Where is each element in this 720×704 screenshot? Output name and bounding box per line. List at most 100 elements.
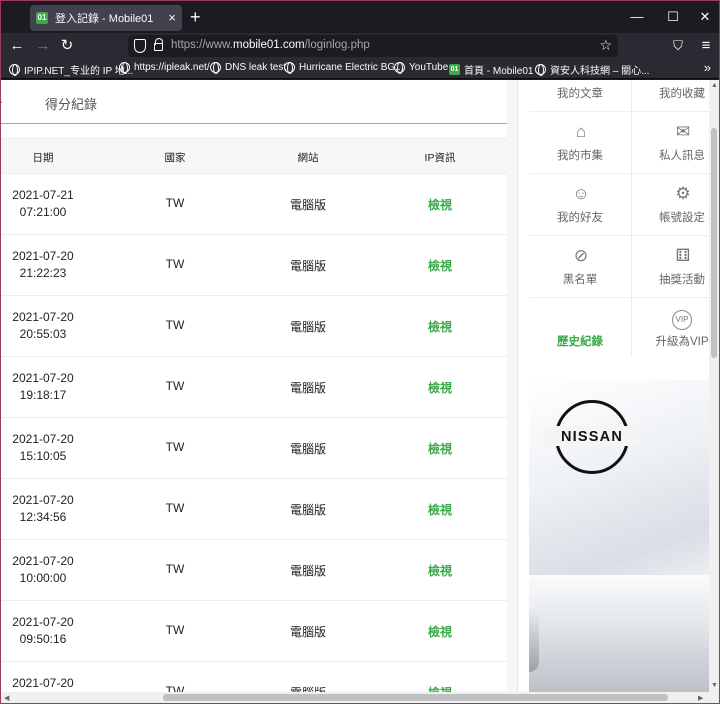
country-cell: TW: [165, 562, 185, 576]
tile-label: 我的收藏: [659, 88, 705, 100]
my-market-tile[interactable]: ⌂ 我的市集: [529, 112, 631, 174]
tab-title: 登入記錄 - Mobile01: [55, 13, 154, 25]
mobile01-icon: 01: [449, 64, 460, 75]
bookmarks-overflow-icon[interactable]: »: [704, 60, 711, 75]
forward-icon[interactable]: →: [33, 36, 53, 56]
bookmark-item[interactable]: 資安人科技網 – 關心...: [535, 62, 649, 77]
gear-icon: ⚙: [675, 184, 691, 203]
bookmark-item[interactable]: Hurricane Electric BG...: [284, 62, 403, 74]
vertical-scroll-thumb[interactable]: [711, 128, 717, 358]
browser-window: 01 登入記錄 - Mobile01 × + — ☐ ✕ ← → ↻ https…: [0, 0, 720, 704]
scroll-right-icon[interactable]: ▶: [698, 694, 703, 702]
tile-label: 私人訊息: [659, 150, 705, 162]
view-ip-link[interactable]: 檢視: [400, 562, 480, 579]
nissan-ad-banner[interactable]: NISSAN: [529, 380, 714, 692]
bookmark-item[interactable]: YouTube: [394, 62, 448, 74]
table-row: 2021-07-20 TW 電腦版 檢視: [1, 662, 507, 692]
maximize-icon[interactable]: ☐: [663, 7, 683, 27]
url-text[interactable]: https://www.mobile01.com/loginlog.php: [171, 39, 370, 51]
upgrade-vip-tile[interactable]: VIP 升級為VIP: [631, 298, 719, 360]
site-cell: 電腦版: [289, 198, 326, 212]
site-cell: 電腦版: [289, 320, 326, 334]
bookmark-item[interactable]: IPIP.NET_专业的 IP 地...: [9, 62, 133, 77]
table-row: 2021-07-20 20:55:03 TW 電腦版 檢視: [1, 296, 507, 357]
minimize-icon[interactable]: —: [627, 7, 647, 27]
my-articles-tile[interactable]: 我的文章: [529, 80, 631, 112]
member-sidebar: 我的文章 我的收藏 ⌂ 我的市集 ✉ 私人訊息 ☺ 我的好友 ⚙ 帳號設定 ⊘ …: [517, 80, 719, 692]
country-cell: TW: [165, 379, 185, 393]
view-ip-link[interactable]: 檢視: [400, 379, 480, 396]
bookmark-item[interactable]: https://ipleak.net/: [119, 62, 210, 74]
window-close-icon[interactable]: ✕: [695, 7, 715, 27]
tracking-shield-icon[interactable]: [134, 39, 146, 53]
tab-close-icon[interactable]: ×: [168, 10, 176, 26]
lottery-tile[interactable]: ⚅ 抽獎活動: [631, 236, 719, 298]
date-cell: 2021-07-20 20:55:03: [12, 310, 74, 341]
friends-icon: ☺: [572, 184, 590, 203]
table-row: 2021-07-20 19:18:17 TW 電腦版 檢視: [1, 357, 507, 418]
view-ip-link[interactable]: 檢視: [400, 318, 480, 335]
horizontal-scrollbar[interactable]: ◀ ▶: [1, 692, 719, 703]
ad-background: [529, 575, 714, 692]
tab-partial[interactable]: ·: [1, 94, 3, 109]
tile-label-active: 歷史紀錄: [557, 336, 603, 348]
view-ip-link[interactable]: 檢視: [400, 440, 480, 457]
scroll-left-icon[interactable]: ◀: [4, 694, 9, 702]
bookmark-item[interactable]: 01 首頁 - Mobile01: [449, 62, 533, 77]
date-cell: 2021-07-20 10:00:00: [12, 554, 74, 585]
country-cell: TW: [165, 684, 185, 692]
globe-icon: [394, 62, 405, 74]
vertical-scrollbar[interactable]: ▲ ▼: [709, 80, 719, 692]
globe-icon: [119, 62, 130, 74]
new-tab-icon[interactable]: +: [190, 7, 201, 27]
site-cell: 電腦版: [289, 381, 326, 395]
messages-tile[interactable]: ✉ 私人訊息: [631, 112, 719, 174]
horizontal-scroll-thumb[interactable]: [163, 694, 668, 701]
site-cell: 電腦版: [289, 625, 326, 639]
country-cell: TW: [165, 196, 185, 210]
url-bar[interactable]: https://www.mobile01.com/loginlog.php ☆: [128, 35, 618, 57]
view-ip-link[interactable]: 檢視: [400, 257, 480, 274]
history-tile[interactable]: 歷史紀錄: [529, 298, 631, 360]
table-header: 日期 國家 網站 IP資訊: [1, 138, 507, 174]
account-settings-tile[interactable]: ⚙ 帳號設定: [631, 174, 719, 236]
column-ip-info: IP資訊: [424, 152, 456, 164]
site-cell: 電腦版: [289, 442, 326, 456]
country-cell: TW: [165, 440, 185, 454]
site-cell: 電腦版: [289, 503, 326, 517]
reload-icon[interactable]: ↻: [57, 36, 77, 56]
gift-icon: ⚅: [675, 246, 691, 265]
ad-car-image: [529, 602, 539, 672]
tile-label: 黑名單: [562, 274, 598, 286]
column-country: 國家: [164, 152, 186, 164]
view-ip-link[interactable]: 檢視: [400, 196, 480, 213]
site-cell: 電腦版: [289, 564, 326, 578]
date-cell: 2021-07-20 15:10:05: [12, 432, 74, 463]
mobile01-favicon-icon: 01: [36, 12, 48, 24]
scroll-down-icon[interactable]: ▼: [711, 682, 718, 689]
view-ip-link[interactable]: 檢視: [400, 684, 480, 692]
bookmark-star-icon[interactable]: ☆: [599, 37, 612, 54]
page-content: · 得分紀錄 日期 國家 網站 IP資訊 2021-07-2107:21:00 …: [1, 80, 719, 692]
table-row: 2021-07-20 15:10:05 TW 電腦版 檢視: [1, 418, 507, 479]
tab-score-record[interactable]: 得分紀錄: [45, 94, 97, 113]
scroll-up-icon[interactable]: ▲: [711, 82, 718, 89]
lock-icon[interactable]: [154, 38, 163, 51]
nissan-logo-text: NISSAN: [561, 429, 623, 445]
menu-icon[interactable]: ≡: [696, 36, 716, 56]
tile-label: 我的文章: [557, 88, 603, 100]
date-cell: 2021-07-21 07:21:00: [12, 188, 74, 219]
blacklist-tile[interactable]: ⊘ 黑名單: [529, 236, 631, 298]
view-ip-link[interactable]: 檢視: [400, 623, 480, 640]
my-friends-tile[interactable]: ☺ 我的好友: [529, 174, 631, 236]
bookmark-item[interactable]: DNS leak test: [210, 62, 286, 74]
back-icon[interactable]: ←: [7, 36, 27, 56]
record-tabs: · 得分紀錄: [1, 80, 507, 124]
pocket-icon[interactable]: ⛉: [668, 36, 688, 56]
date-cell: 2021-07-20 09:50:16: [12, 615, 74, 646]
view-ip-link[interactable]: 檢視: [400, 501, 480, 518]
column-date: 日期: [32, 152, 54, 164]
table-row: 2021-07-20 21:22:23 TW 電腦版 檢視: [1, 235, 507, 296]
tab-active[interactable]: 01 登入記錄 - Mobile01 ×: [30, 5, 182, 31]
my-favorites-tile[interactable]: 我的收藏: [631, 80, 719, 112]
